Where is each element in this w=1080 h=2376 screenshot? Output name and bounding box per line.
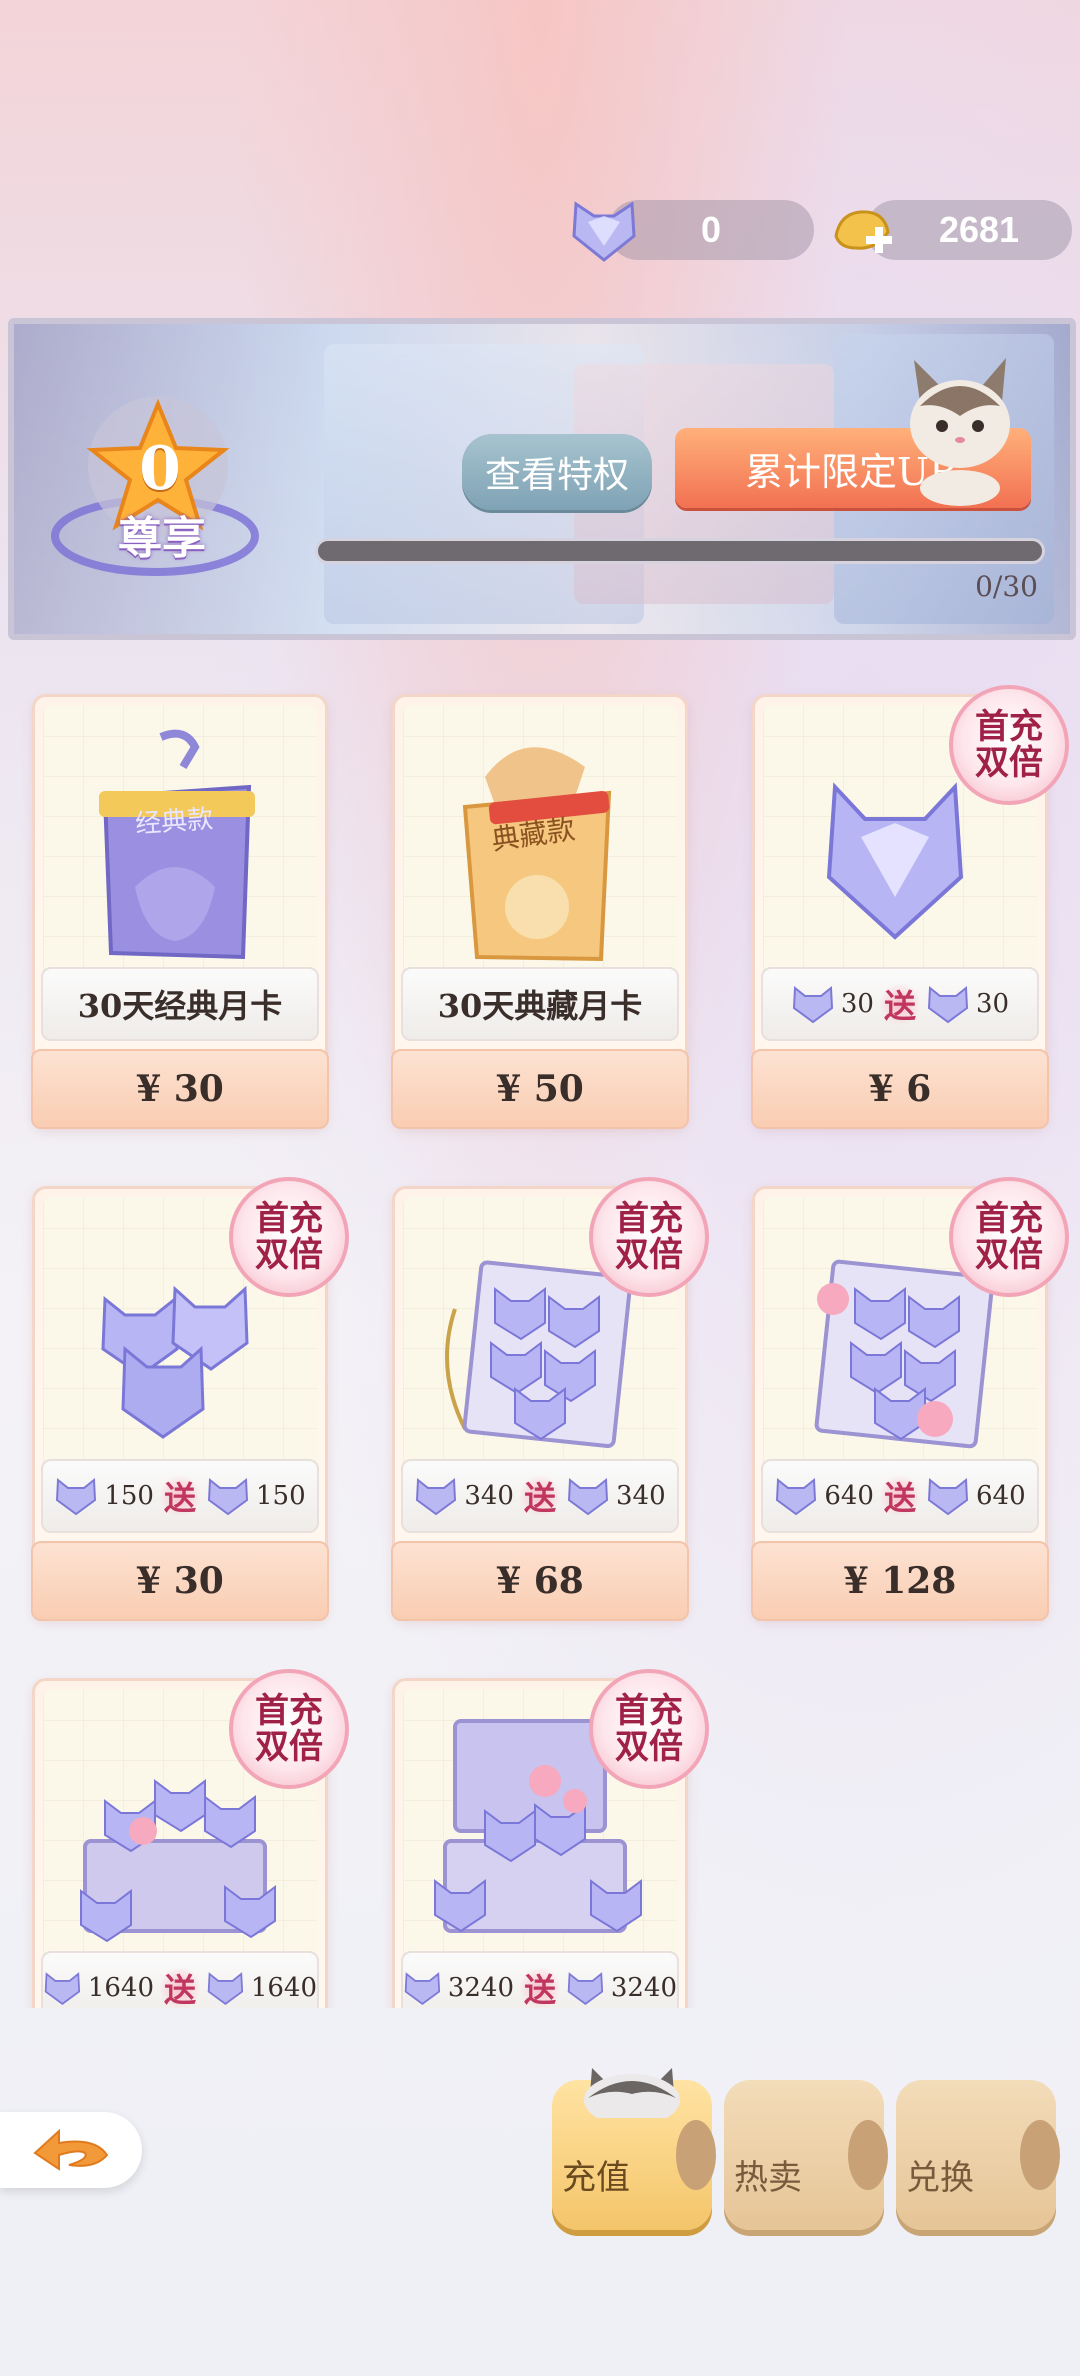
gem-base-amount: 3240 (447, 1973, 514, 2003)
badge-line-2: 双倍 (615, 1235, 683, 1275)
gem-bonus-row: 30 送 30 (761, 967, 1039, 1041)
product-price[interactable]: ¥ 30 (31, 1049, 329, 1129)
gem-bonus-amount: 340 (616, 1481, 666, 1511)
bonus-word: 送 (159, 1473, 200, 1519)
gem-icon (567, 1972, 604, 2005)
product-price[interactable]: ¥ 30 (31, 1541, 329, 1621)
bonus-word: 送 (879, 981, 920, 1027)
gem-bonus-row: 150 送 150 (41, 1459, 319, 1533)
gem-icon (927, 1477, 969, 1516)
vip-progress-bar (315, 538, 1045, 564)
gem-base-amount: 640 (824, 1481, 874, 1511)
back-button[interactable] (0, 2112, 142, 2188)
first-recharge-double-badge: 首充 双倍 (949, 685, 1069, 805)
gem-bonus-row: 340 送 340 (401, 1459, 679, 1533)
vip-progress-text: 0/30 (975, 570, 1038, 603)
tab-exchange-label: 兑换 (906, 2159, 974, 2197)
product-price[interactable]: ¥ 50 (391, 1049, 689, 1129)
product-card-gems-128[interactable]: 640 送 640 ¥ 128 首充 双倍 (751, 1177, 1069, 1621)
bonus-word: 送 (879, 1473, 920, 1519)
badge-line-2: 双倍 (975, 743, 1043, 783)
product-card-gems-3240[interactable]: 3240 送 3240 首充 双倍 (392, 1669, 709, 2008)
tab-recharge[interactable]: 充值 (552, 2068, 716, 2230)
tab-hot-sale-label: 热卖 (734, 2159, 802, 2197)
bonus-word: 送 (159, 1965, 200, 2008)
first-recharge-double-badge: 首充 双倍 (229, 1177, 349, 1297)
gem-bonus-amount: 640 (976, 1481, 1026, 1511)
product-card-gems-30[interactable]: 150 送 150 ¥ 30 首充 双倍 (31, 1177, 349, 1621)
vip-title: 尊享 (118, 513, 206, 564)
product-price[interactable]: ¥ 6 (751, 1049, 1049, 1129)
product-card-classic-monthly[interactable]: 经典款 30天经典月卡 ¥ 30 (31, 694, 329, 1129)
badge-line-1: 首充 (615, 1199, 683, 1239)
badge-line-1: 首充 (975, 1199, 1043, 1239)
tab-exchange[interactable]: 兑换 (896, 2080, 1060, 2230)
gem-base-amount: 1640 (87, 1973, 154, 2003)
gem-base-amount: 30 (840, 989, 874, 1019)
gem-base-amount: 340 (464, 1481, 514, 1511)
first-recharge-double-badge: 首充 双倍 (949, 1177, 1069, 1297)
vip-level: 0 (139, 434, 181, 504)
badge-line-2: 双倍 (975, 1235, 1043, 1275)
coin-balance-value: 2681 (938, 209, 1020, 250)
first-recharge-double-badge: 首充 双倍 (229, 1669, 349, 1789)
gem-bonus-row: 1640 送 1640 (41, 1951, 319, 2008)
gem-base-amount: 150 (104, 1481, 154, 1511)
back-arrow-icon (33, 2128, 109, 2171)
gem-balance-value: 0 (700, 209, 722, 250)
badge-line-1: 首充 (255, 1199, 323, 1239)
gem-bonus-row: 640 送 640 (761, 1459, 1039, 1533)
tab-recharge-label: 充值 (562, 2159, 630, 2197)
gem-icon (416, 1477, 457, 1516)
gem-bonus-row: 3240 送 3240 (401, 1951, 679, 2008)
gem-icon (44, 1972, 81, 2005)
gem-icon (792, 985, 833, 1024)
badge-line-2: 双倍 (615, 1727, 683, 1767)
gem-bonus-amount: 30 (976, 989, 1010, 1019)
badge-line-2: 双倍 (255, 1235, 323, 1275)
cat-peek-icon (584, 2068, 680, 2118)
badge-line-2: 双倍 (255, 1727, 323, 1767)
product-name: 30天典藏月卡 (401, 967, 679, 1041)
product-list-clip: 1640 送 1640 首充 双倍 3240 送 3240 首充 双倍 (0, 1660, 1080, 2008)
view-privilege-label: 查看特权 (484, 455, 629, 496)
gem-icon (776, 1477, 817, 1516)
product-card-collector-monthly[interactable]: 典藏款 30天典藏月卡 ¥ 50 (391, 694, 689, 1129)
product-price[interactable]: ¥ 68 (391, 1541, 689, 1621)
gem-icon (567, 1477, 609, 1516)
cat-mascot-icon (910, 358, 1010, 506)
classic-pack-text: 经典款 (134, 804, 215, 840)
gem-icon (207, 1972, 244, 2005)
view-privilege-button[interactable]: 查看特权 (462, 434, 652, 510)
gem-icon (404, 1972, 441, 2005)
gem-icon (207, 1477, 249, 1516)
gem-icon (927, 985, 969, 1024)
gem-bonus-amount: 1640 (250, 1973, 317, 2003)
tab-hot-sale[interactable]: 热卖 (724, 2080, 888, 2230)
product-card-gems-6[interactable]: 30 送 30 ¥ 6 首充 双倍 (751, 685, 1069, 1129)
badge-line-1: 首充 (255, 1691, 323, 1731)
bonus-word: 送 (519, 1965, 560, 2008)
product-name: 30天经典月卡 (41, 967, 319, 1041)
badge-line-1: 首充 (975, 707, 1043, 747)
gem-bonus-amount: 150 (256, 1481, 306, 1511)
gem-icon (56, 1477, 97, 1516)
gem-currency-icon (572, 201, 636, 262)
first-recharge-double-badge: 首充 双倍 (589, 1669, 709, 1789)
coin-add-icon[interactable] (826, 196, 898, 264)
classic-pack-icon (99, 729, 255, 960)
product-card-gems-1640[interactable]: 1640 送 1640 首充 双倍 (32, 1669, 349, 2008)
product-price[interactable]: ¥ 128 (751, 1541, 1049, 1621)
badge-line-1: 首充 (615, 1691, 683, 1731)
product-card-gems-68[interactable]: 340 送 340 ¥ 68 首充 双倍 (391, 1177, 709, 1621)
gem-bonus-amount: 3240 (610, 1973, 677, 2003)
first-recharge-double-badge: 首充 双倍 (589, 1177, 709, 1297)
bonus-word: 送 (519, 1473, 560, 1519)
